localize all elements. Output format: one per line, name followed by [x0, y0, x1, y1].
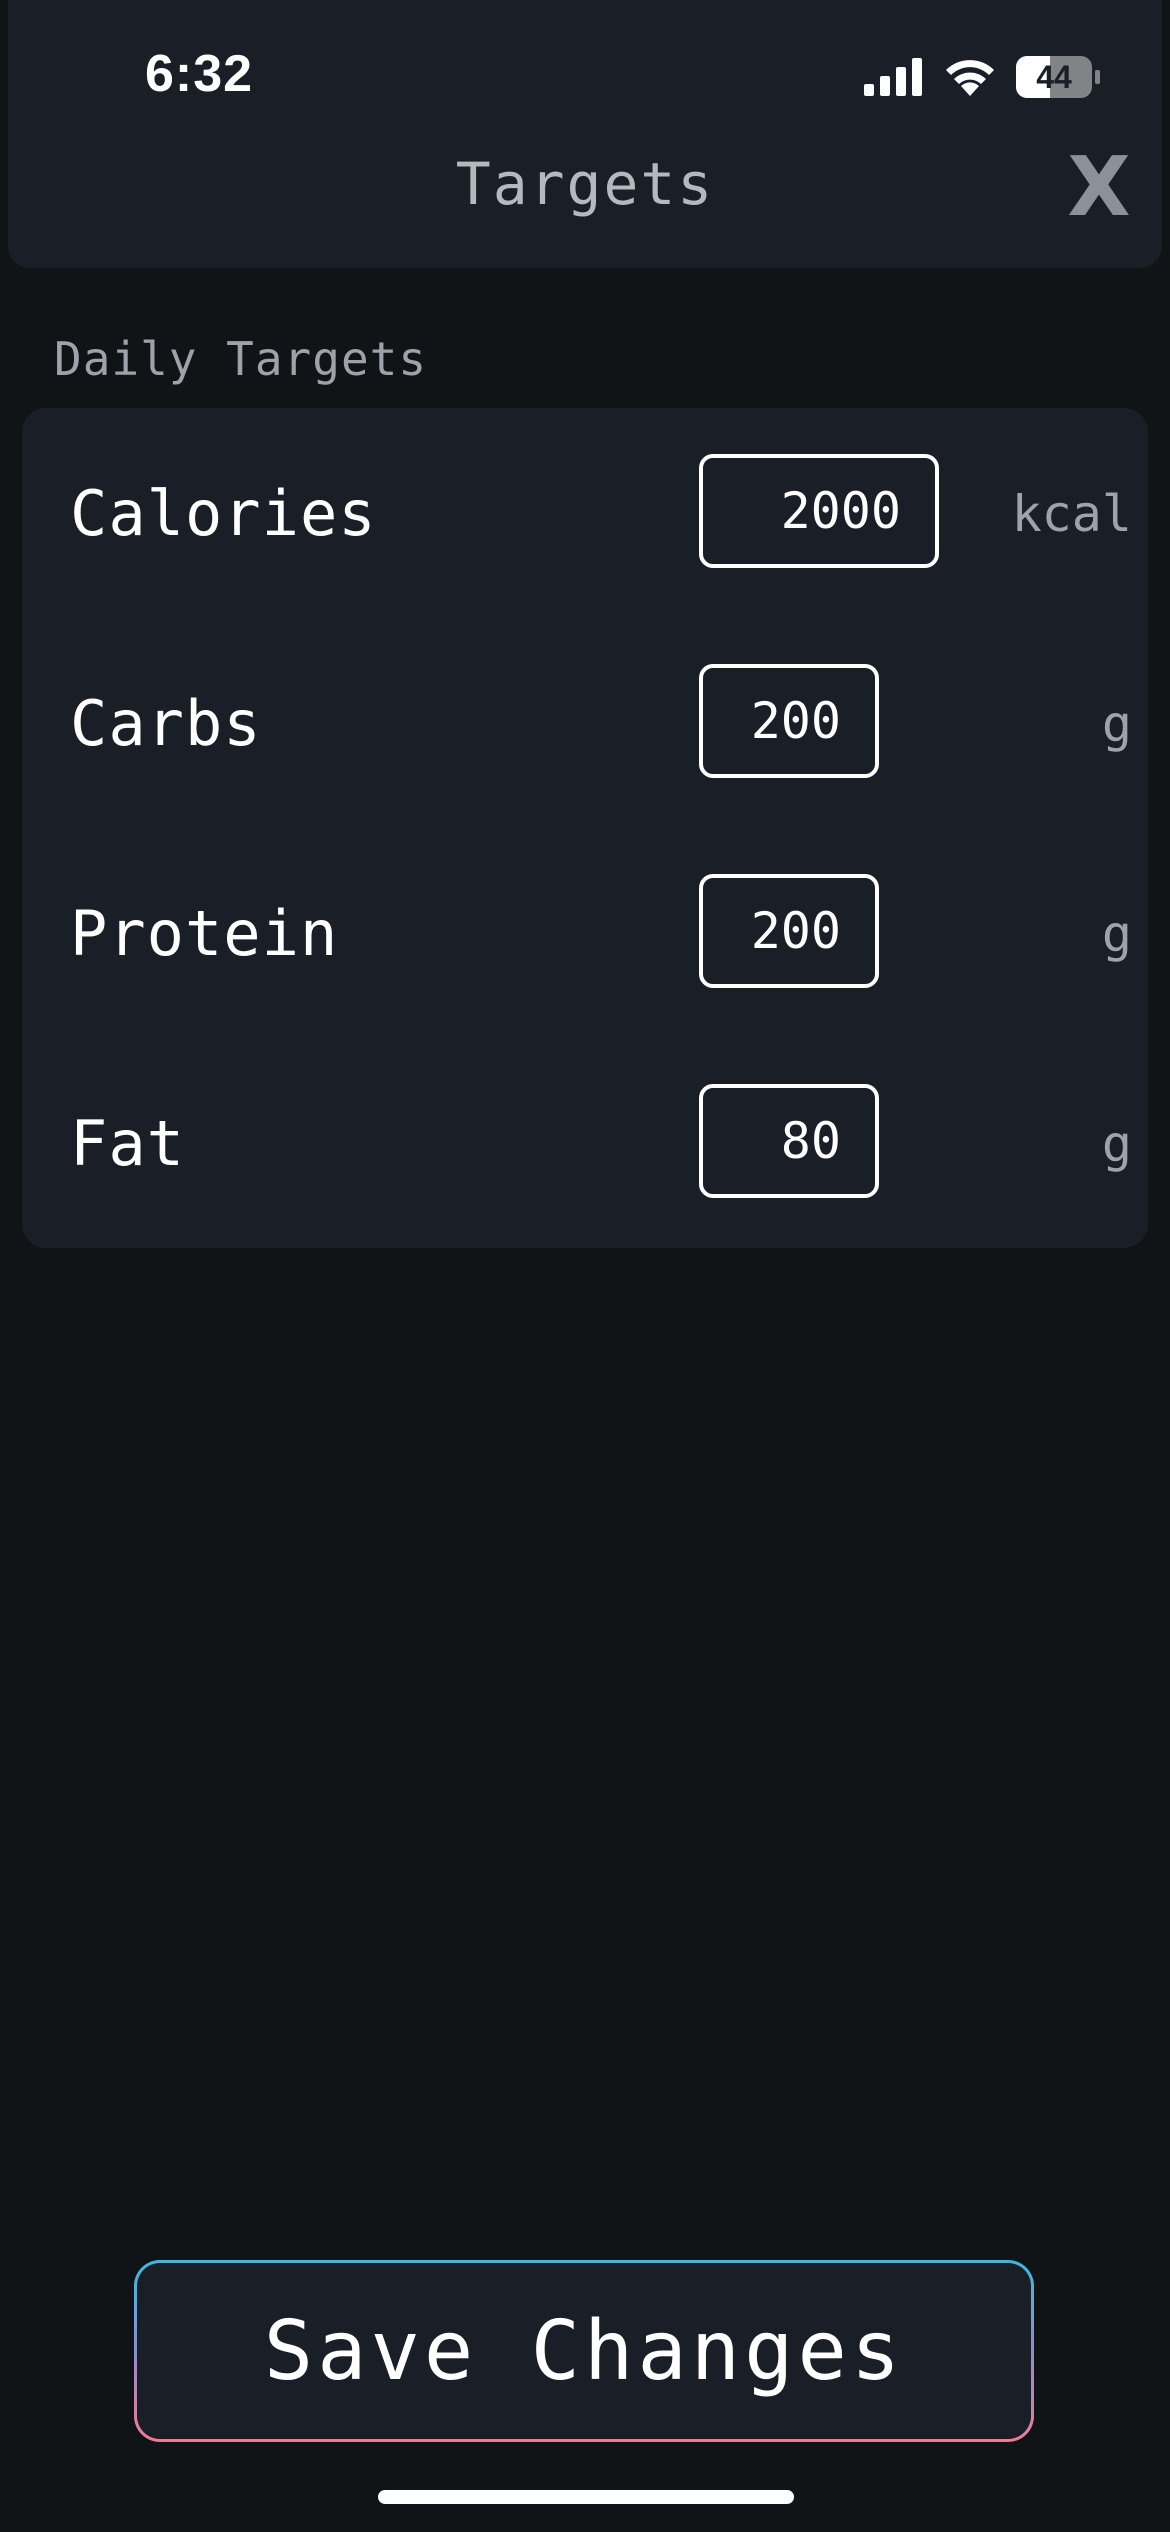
fat-input[interactable]: [699, 1084, 879, 1198]
battery-level: 44: [1036, 59, 1072, 95]
targets-card: Calories kcal Carbs g Protein g Fat g: [22, 408, 1148, 1248]
target-label: Fat: [70, 1107, 185, 1180]
target-label: Carbs: [70, 687, 262, 760]
wifi-icon: [946, 60, 994, 96]
target-unit: kcal: [1011, 485, 1132, 543]
target-unit: g: [1101, 695, 1132, 753]
target-row-fat: Fat g: [22, 1084, 1148, 1204]
save-changes-label: Save Changes: [137, 2263, 1031, 2439]
calories-input[interactable]: [699, 454, 939, 568]
close-label: X: [1067, 140, 1131, 235]
page-title: Targets: [455, 150, 715, 218]
target-label: Calories: [70, 477, 377, 550]
target-row-calories: Calories kcal: [22, 454, 1148, 574]
target-label: Protein: [70, 897, 339, 970]
target-unit: g: [1101, 1115, 1132, 1173]
section-label: Daily Targets: [54, 332, 428, 386]
protein-input[interactable]: [699, 874, 879, 988]
status-time: 6:32: [145, 45, 254, 103]
save-changes-button[interactable]: Save Changes: [134, 2260, 1034, 2442]
signal-icon: [864, 58, 922, 96]
close-icon[interactable]: X: [1062, 140, 1136, 235]
carbs-input[interactable]: [699, 664, 879, 778]
home-indicator[interactable]: [378, 2490, 794, 2504]
target-unit: g: [1101, 905, 1132, 963]
target-row-protein: Protein g: [22, 874, 1148, 994]
target-row-carbs: Carbs g: [22, 664, 1148, 784]
header: 6:32 44 Targets X: [8, 0, 1162, 268]
